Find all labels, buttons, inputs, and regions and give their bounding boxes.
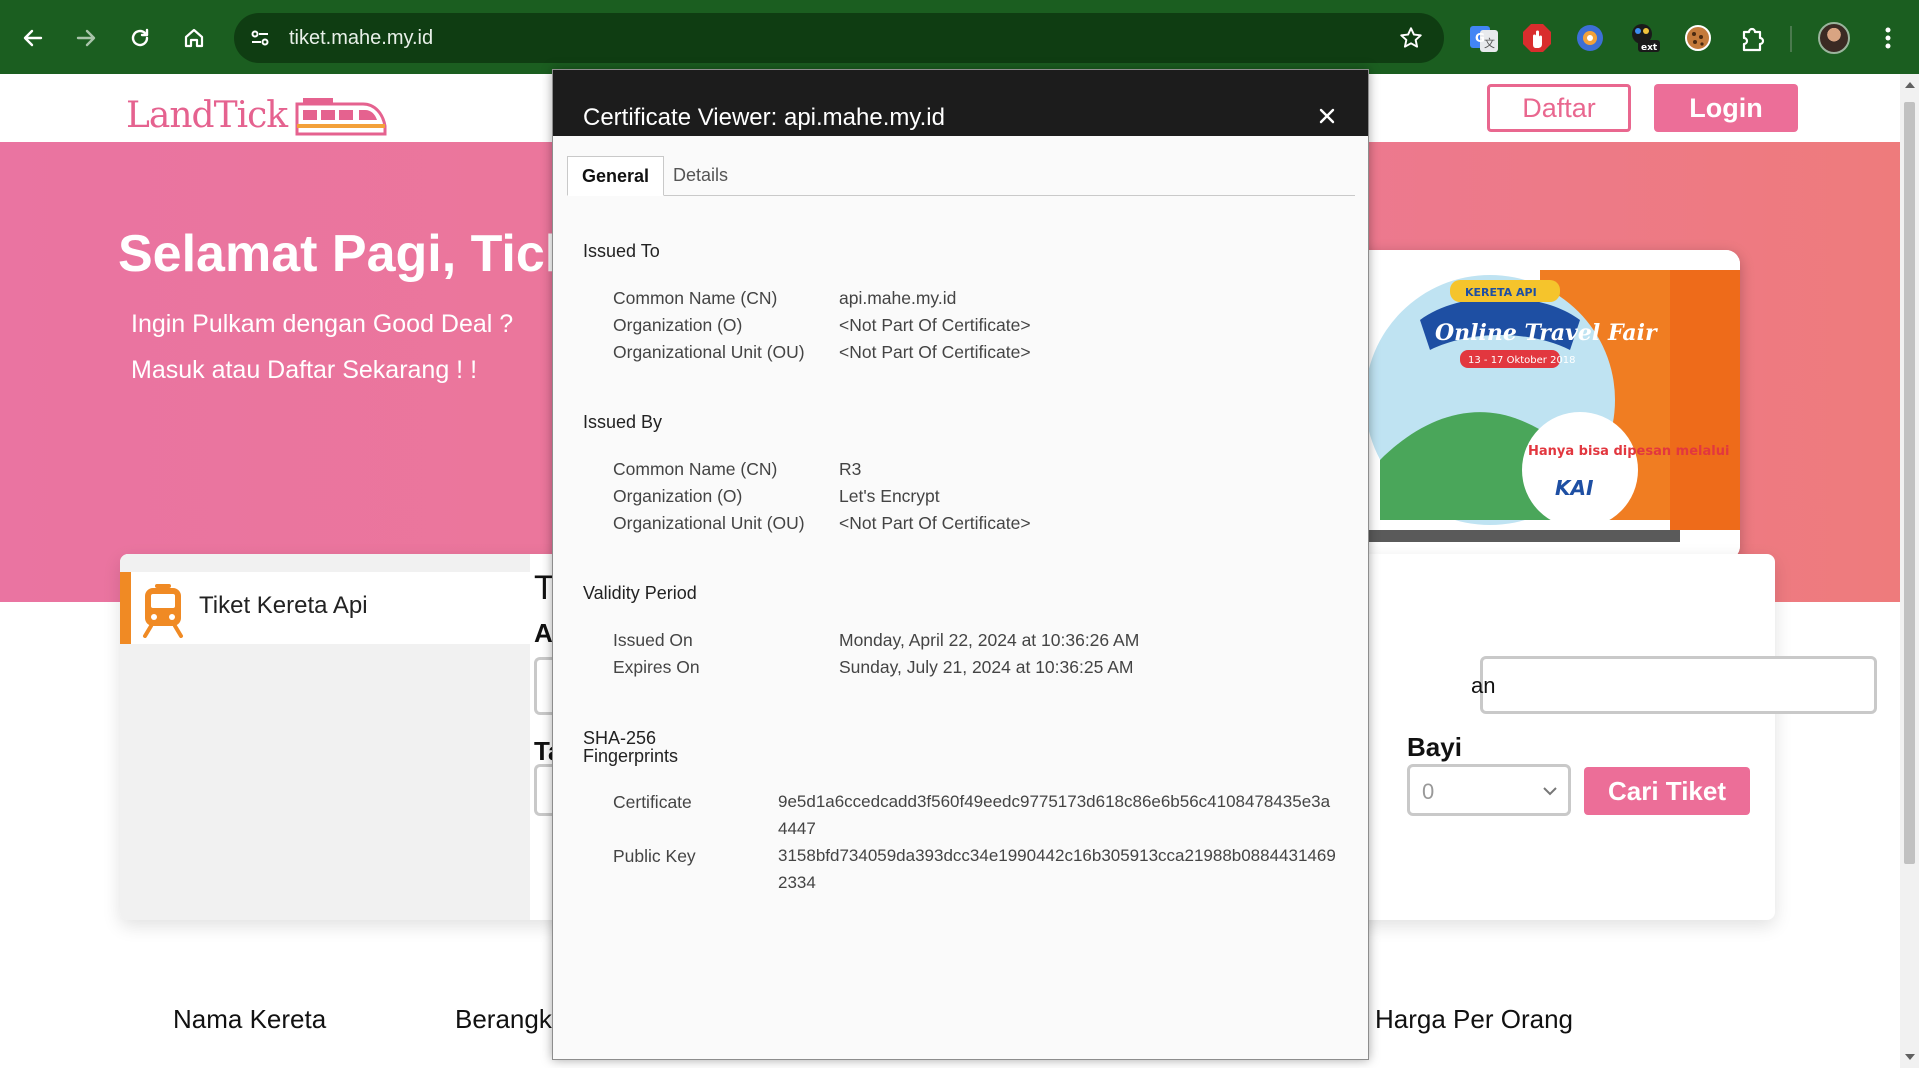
travel-fair-image: Online Travel Fair KERETA API 13 - 17 Ok… xyxy=(1340,250,1740,560)
adblock-icon[interactable] xyxy=(1521,22,1553,54)
issued-to-o-label: Organization (O) xyxy=(613,315,743,335)
url-text[interactable]: tiket.mahe.my.id xyxy=(289,13,433,63)
reload-button[interactable] xyxy=(122,20,158,56)
bayi-label: Bayi xyxy=(1407,732,1462,762)
arrow-right-icon xyxy=(76,29,96,47)
issued-to-ou-value: <Not Part Of Certificate> xyxy=(839,342,1031,362)
promo-title: Online Travel Fair xyxy=(1435,320,1658,346)
bookmark-star-icon[interactable] xyxy=(1398,25,1424,51)
issued-to-cn-value: api.mahe.my.id xyxy=(839,288,957,308)
pubkey-fingerprint-value: 3158bfd734059da393dcc34e1990442c16b30591… xyxy=(778,846,1336,892)
hero-greeting: Selamat Pagi, Tick xyxy=(118,225,574,283)
profile-avatar[interactable] xyxy=(1818,22,1850,54)
google-translate-icon[interactable]: G 文 xyxy=(1468,22,1500,54)
certificate-viewer-dialog: Certificate Viewer: api.mahe.my.id Gener… xyxy=(552,69,1369,1060)
forward-button[interactable] xyxy=(68,20,104,56)
tab-label: Tiket Kereta Api xyxy=(199,592,368,619)
issued-by-o-value: Let's Encrypt xyxy=(839,486,940,506)
more-menu-icon[interactable] xyxy=(1880,22,1896,54)
promo-banner[interactable]: Online Travel Fair KERETA API 13 - 17 Ok… xyxy=(1340,250,1740,560)
issued-by-cn-value: R3 xyxy=(839,459,862,479)
vpn-extension-icon[interactable] xyxy=(1574,22,1606,54)
cert-fingerprint-label: Certificate xyxy=(613,792,692,812)
issued-to-cn-label: Common Name (CN) xyxy=(613,288,778,308)
promo-dates: 13 - 17 Oktober 2018 xyxy=(1468,355,1576,366)
issued-on-value: Monday, April 22, 2024 at 10:36:26 AM xyxy=(839,630,1140,650)
back-button[interactable] xyxy=(15,20,51,56)
hero-subtitle-2: Masuk atau Daftar Sekarang ! ! xyxy=(131,356,478,384)
arrow-left-icon xyxy=(23,29,43,47)
issued-on-label: Issued On xyxy=(613,630,693,650)
dialog-title: Certificate Viewer: api.mahe.my.id xyxy=(583,104,945,131)
promo-note: Hanya bisa dipesan melalui xyxy=(1528,444,1729,459)
register-button[interactable]: Daftar xyxy=(1487,84,1631,132)
address-bar[interactable]: tiket.mahe.my.id xyxy=(234,13,1444,63)
tab-details[interactable]: Details xyxy=(659,156,742,194)
cert-fingerprint-value: 9e5d1a6ccedcadd3f560f49eedc9775173d618c8… xyxy=(778,792,1331,838)
svg-text:文: 文 xyxy=(1484,36,1495,50)
ticket-type-tabs: Tiket Kereta Api xyxy=(120,554,530,920)
home-button[interactable] xyxy=(176,20,212,56)
hero-subtitle-1: Ingin Pulkam dengan Good Deal ? xyxy=(131,310,514,338)
search-ticket-button[interactable]: Cari Tiket xyxy=(1584,767,1750,815)
scroll-down-arrow[interactable] xyxy=(1905,1054,1915,1060)
toolbar-separator xyxy=(1790,26,1792,52)
browser-toolbar: tiket.mahe.my.id G 文 ext xyxy=(0,0,1919,74)
ext-badge: ext xyxy=(1641,43,1658,53)
scroll-up-arrow[interactable] xyxy=(1905,82,1915,88)
logo-text: LandTick xyxy=(126,95,288,136)
bayi-select[interactable]: 0 xyxy=(1407,764,1571,816)
validity-heading: Validity Period xyxy=(583,583,697,603)
dialog-tabs: General Details xyxy=(567,156,1355,196)
issued-by-ou-value: <Not Part Of Certificate> xyxy=(839,513,1031,533)
cookie-icon[interactable] xyxy=(1682,22,1714,54)
pubkey-fingerprint-label: Public Key xyxy=(613,846,696,866)
issued-by-heading: Issued By xyxy=(583,412,663,432)
train-icon xyxy=(143,584,183,638)
column-harga: Harga Per Orang xyxy=(1375,1004,1573,1034)
destination-input[interactable]: an xyxy=(1471,656,1877,714)
chevron-down-icon xyxy=(1543,787,1557,796)
promo-brand: KERETA API xyxy=(1465,286,1537,299)
site-info-icon[interactable] xyxy=(248,26,272,50)
dev-extension-button[interactable]: ext xyxy=(1628,22,1660,54)
tab-kereta-api[interactable]: Tiket Kereta Api xyxy=(120,572,530,644)
extensions-puzzle-icon[interactable] xyxy=(1736,22,1768,54)
column-berangkat-partial: Berangk xyxy=(455,1004,552,1034)
dialog-titlebar: Certificate Viewer: api.mahe.my.id xyxy=(553,70,1368,136)
landtick-logo[interactable]: LandTick xyxy=(126,84,387,140)
login-button[interactable]: Login xyxy=(1654,84,1798,132)
column-nama-kereta: Nama Kereta xyxy=(173,1004,327,1034)
issued-by-ou-label: Organizational Unit (OU) xyxy=(613,513,805,533)
fingerprints-heading-2: Fingerprints xyxy=(583,746,679,766)
issued-to-o-value: <Not Part Of Certificate> xyxy=(839,315,1031,335)
issued-to-heading: Issued To xyxy=(583,241,660,261)
issued-to-ou-label: Organizational Unit (OU) xyxy=(613,342,805,362)
page-scrollbar[interactable] xyxy=(1900,74,1919,1068)
train-logo-icon xyxy=(295,98,387,136)
reload-icon xyxy=(131,28,149,47)
puzzle-ext-icon: ext xyxy=(1632,24,1660,53)
close-icon[interactable] xyxy=(1315,104,1339,128)
scroll-thumb[interactable] xyxy=(1904,102,1915,864)
issued-by-o-label: Organization (O) xyxy=(613,486,743,506)
destination-input-text: an xyxy=(1471,673,1496,698)
bayi-value: 0 xyxy=(1422,779,1435,804)
expires-on-label: Expires On xyxy=(613,657,700,677)
expires-on-value: Sunday, July 21, 2024 at 10:36:25 AM xyxy=(839,657,1134,677)
issued-by-cn-label: Common Name (CN) xyxy=(613,459,778,479)
home-icon xyxy=(184,28,204,48)
asal-label-partial: A xyxy=(534,618,553,648)
tab-general[interactable]: General xyxy=(567,156,665,196)
promo-kai: KAI xyxy=(1555,476,1594,500)
